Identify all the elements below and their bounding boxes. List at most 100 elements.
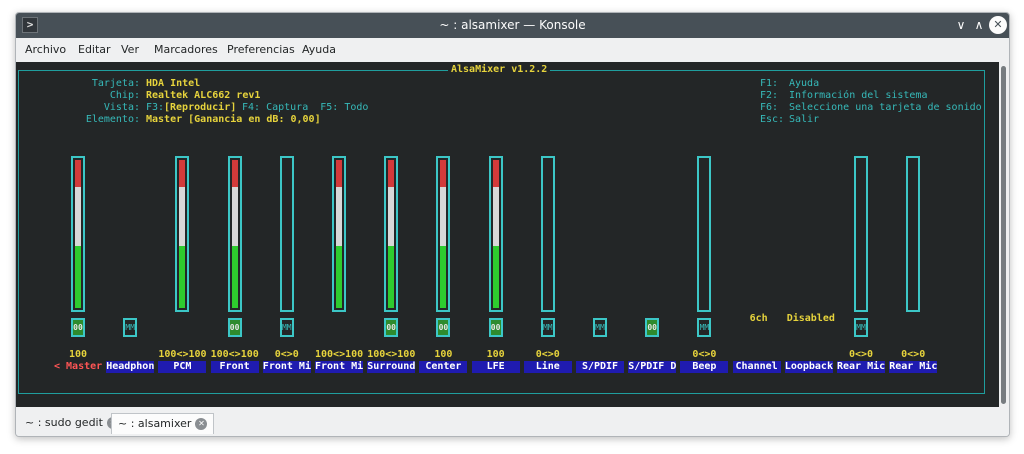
volume-bar[interactable] (384, 156, 399, 312)
volume-value: 0<>0 (901, 349, 926, 360)
volume-fill-green (75, 246, 81, 308)
help-key-f6: F6: (760, 102, 779, 113)
menu-archivo[interactable]: Archivo (25, 43, 66, 56)
volume-fill-green (388, 246, 395, 308)
volume-bar[interactable] (540, 156, 555, 312)
volume-fill-green (492, 246, 499, 308)
volume-bar[interactable] (332, 156, 346, 312)
help-text-f2: Información del sistema (789, 90, 928, 101)
scrollbar[interactable] (999, 62, 1009, 407)
help-text-esc: Salir (789, 114, 820, 125)
enum-value: 6ch (749, 313, 768, 324)
help-key-f2: F2: (760, 90, 779, 101)
chip-value: Realtek ALC662 rev1 (146, 90, 261, 101)
channel-label[interactable]: LFE (471, 361, 520, 373)
close-icon[interactable]: ✕ (989, 16, 1007, 34)
volume-bar[interactable] (279, 156, 294, 312)
volume-value: 100<>100 (158, 349, 207, 360)
menu-preferencias[interactable]: Preferencias (227, 43, 295, 56)
tab-label: ~ : sudo gedit (25, 416, 103, 429)
volume-bar[interactable] (906, 156, 921, 312)
minimize-icon[interactable]: ∨ (952, 16, 970, 34)
volume-bar[interactable] (488, 156, 503, 312)
volume-fill-white (336, 187, 342, 246)
volume-fill-white (75, 187, 81, 246)
volume-fill-red (388, 160, 395, 187)
terminal-area[interactable]: AlsaMixer v1.2.2 Tarjeta: HDA Intel Chip… (16, 62, 999, 407)
scrollbar-thumb[interactable] (1001, 66, 1006, 404)
menu-ayuda[interactable]: Ayuda (302, 43, 336, 56)
tab-2[interactable]: ~ : alsamixer ✕ (111, 413, 215, 434)
channel-label[interactable]: S/PDIF (576, 361, 624, 373)
mute-switch[interactable]: 00 (645, 318, 660, 337)
volume-fill-red (75, 160, 81, 187)
menu-bar: Archivo Editar Ver Marcadores Preferenci… (16, 38, 1009, 62)
channel-label[interactable]: Headphon (106, 361, 155, 373)
mute-switch[interactable]: MM (279, 318, 294, 337)
mute-switch[interactable]: MM (540, 318, 555, 337)
volume-bar[interactable] (175, 156, 190, 312)
mute-switch[interactable]: MM (854, 318, 868, 337)
help-key-f1: F1: (760, 78, 779, 89)
channel-label[interactable]: Front (210, 361, 259, 373)
menu-ver[interactable]: Ver (121, 43, 139, 56)
view-label: Vista: (103, 102, 140, 113)
channel-label[interactable]: < Master > (54, 361, 102, 373)
volume-fill-red (492, 160, 499, 187)
volume-bar[interactable] (854, 156, 868, 312)
close-tab-icon[interactable]: ✕ (195, 418, 208, 430)
volume-fill-white (492, 187, 499, 246)
channel-label[interactable]: Loopback (784, 361, 833, 373)
volume-fill-green (231, 246, 238, 308)
channel-label[interactable]: Line (523, 361, 572, 373)
volume-value: 100 (68, 349, 88, 360)
channel-label[interactable]: PCM (158, 361, 207, 373)
konsole-window: > ~ : alsamixer — Konsole ∨ ∧ ✕ Archivo … (15, 12, 1010, 437)
volume-value: 100 (434, 349, 453, 360)
menu-editar[interactable]: Editar (78, 43, 111, 56)
channel-label[interactable]: Channel (732, 361, 781, 373)
mute-switch[interactable]: 00 (227, 318, 242, 337)
card-value: HDA Intel (146, 78, 201, 89)
volume-bar[interactable] (71, 156, 85, 312)
volume-value: 0<>0 (274, 349, 299, 360)
mute-switch[interactable]: MM (123, 318, 138, 337)
element-value: Master [Ganancia en dB: 0,00] (146, 114, 321, 125)
volume-bar[interactable] (697, 156, 712, 312)
volume-bar[interactable] (227, 156, 242, 312)
maximize-icon[interactable]: ∧ (970, 16, 988, 34)
channel-label[interactable]: Rear Mic (889, 361, 938, 373)
mute-switch[interactable]: 00 (384, 318, 399, 337)
volume-value: 100<>100 (315, 349, 364, 360)
help-text-f6: Seleccione una tarjeta de sonido (789, 102, 982, 113)
volume-value: 100<>100 (367, 349, 416, 360)
help-key-esc: Esc: (760, 114, 785, 125)
mixer-title: AlsaMixer v1.2.2 (448, 64, 551, 75)
tab-1[interactable]: ~ : sudo gedit✕ (19, 413, 125, 433)
channel-label[interactable]: Front Mi (262, 361, 311, 373)
card-label: Tarjeta: (91, 78, 140, 89)
channel-label[interactable]: Front Mi (315, 361, 363, 373)
mute-switch[interactable]: 00 (436, 318, 451, 337)
channel-label[interactable]: Surround (367, 361, 416, 373)
mute-switch[interactable]: 00 (71, 318, 85, 337)
channel-label[interactable]: Center (419, 361, 468, 373)
mute-switch[interactable]: 00 (488, 318, 503, 337)
volume-value: 100<>100 (210, 349, 259, 360)
channel-label[interactable]: S/PDIF D (628, 361, 677, 373)
menu-marcadores[interactable]: Marcadores (154, 43, 218, 56)
volume-fill-red (231, 160, 238, 187)
view-f3-key: F3: (146, 102, 165, 113)
channel-label[interactable]: Rear Mic (837, 361, 885, 373)
volume-value: 0<>0 (535, 349, 560, 360)
mute-switch[interactable]: MM (697, 318, 712, 337)
chip-label: Chip: (109, 90, 140, 101)
volume-fill-green (440, 246, 447, 308)
channel-label[interactable]: Beep (680, 361, 729, 373)
mute-switch[interactable]: MM (593, 318, 607, 337)
view-other-modes: F4: Captura F5: Todo (242, 102, 369, 113)
volume-bar[interactable] (436, 156, 451, 312)
view-playback: [Reproducir] (164, 102, 237, 113)
volume-fill-red (179, 160, 186, 187)
volume-fill-red (336, 160, 342, 187)
